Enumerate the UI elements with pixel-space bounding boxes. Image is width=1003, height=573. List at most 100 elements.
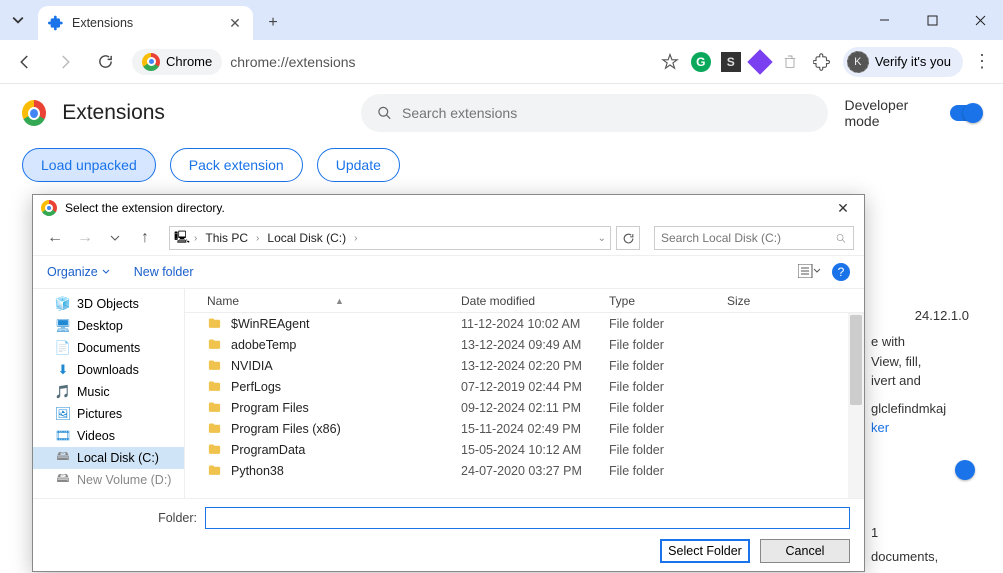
window-titlebar: Extensions ✕ + — [0, 0, 1003, 40]
dialog-title: Select the extension directory. — [65, 201, 225, 215]
dialog-search-box[interactable] — [654, 226, 854, 250]
reload-button[interactable] — [88, 45, 122, 79]
page-title: Extensions — [62, 101, 165, 125]
cancel-button[interactable]: Cancel — [760, 539, 850, 563]
chrome-logo-icon — [22, 100, 46, 126]
load-unpacked-button[interactable]: Load unpacked — [22, 148, 156, 182]
file-row[interactable]: ProgramData15-05-2024 10:12 AMFile folde… — [185, 439, 864, 460]
pack-extension-button[interactable]: Pack extension — [170, 148, 303, 182]
toggle-on-icon[interactable] — [950, 105, 981, 121]
file-row[interactable]: NVIDIA13-12-2024 02:20 PMFile folder — [185, 355, 864, 376]
developer-mode-toggle[interactable]: Developer mode — [844, 97, 981, 129]
close-window-button[interactable] — [957, 0, 1003, 40]
chrome-menu-icon[interactable]: ⋮ — [973, 51, 991, 72]
col-name[interactable]: Name▲ — [207, 294, 461, 308]
dialog-titlebar: Select the extension directory. ✕ — [33, 195, 864, 221]
sidebar-item[interactable]: 🎵Music — [33, 381, 184, 403]
file-row[interactable]: adobeTemp13-12-2024 09:49 AMFile folder — [185, 334, 864, 355]
update-button[interactable]: Update — [317, 148, 400, 182]
sidebar-item[interactable]: 🖼Pictures — [33, 403, 184, 425]
browser-tab-active[interactable]: Extensions ✕ — [38, 6, 253, 40]
maximize-button[interactable] — [909, 0, 955, 40]
folder-icon — [207, 337, 223, 353]
extensions-header: Extensions Developer mode — [0, 84, 1003, 142]
dialog-sidebar: 🧊3D Objects🖥Desktop📄Documents⬇Downloads🎵… — [33, 289, 185, 498]
sidebar-item[interactable]: 🎞Videos — [33, 425, 184, 447]
file-row[interactable]: Python3824-07-2020 03:27 PMFile folder — [185, 460, 864, 481]
organize-menu[interactable]: Organize — [47, 265, 110, 279]
view-options-icon[interactable] — [798, 264, 820, 281]
drive-icon: 🖴 — [55, 450, 71, 466]
verify-label: Verify it's you — [875, 54, 951, 69]
action-buttons: Load unpacked Pack extension Update — [0, 142, 1003, 196]
tab-close-icon[interactable]: ✕ — [227, 15, 243, 31]
dialog-back-button[interactable]: ← — [43, 226, 67, 250]
breadcrumb[interactable]: 🖳 › This PC › Local Disk (C:) › ⌄ — [169, 226, 611, 250]
breadcrumb-item[interactable]: This PC — [201, 231, 252, 245]
chrome-chip: Chrome — [132, 49, 222, 75]
tab-search-dropdown[interactable] — [0, 0, 36, 40]
help-icon[interactable]: ? — [832, 263, 850, 281]
breadcrumb-item[interactable]: Local Disk (C:) — [263, 231, 350, 245]
search-extensions-box[interactable] — [361, 94, 829, 132]
dialog-forward-button[interactable]: → — [73, 226, 97, 250]
file-row[interactable]: Program Files (x86)15-11-2024 02:49 PMFi… — [185, 418, 864, 439]
dialog-up-button[interactable]: ↑ — [133, 226, 157, 250]
drive-icon: 🖴 — [55, 472, 71, 488]
refresh-button[interactable] — [616, 226, 640, 250]
bookmark-star-icon[interactable] — [659, 51, 681, 73]
forward-button[interactable] — [48, 45, 82, 79]
omnibox[interactable]: Chrome chrome://extensions — [132, 49, 356, 75]
inspect-link[interactable]: ker — [871, 420, 889, 435]
chrome-logo-icon — [142, 53, 160, 71]
chrome-chip-label: Chrome — [166, 54, 212, 69]
picture-icon: 🖼 — [55, 406, 71, 422]
dialog-file-list: Name▲ Date modified Type Size $WinREAgen… — [185, 289, 864, 498]
folder-input[interactable] — [205, 507, 850, 529]
extension-trash-icon[interactable] — [779, 51, 801, 73]
search-extensions-input[interactable] — [402, 105, 812, 121]
new-folder-button[interactable]: New folder — [134, 265, 194, 279]
folder-icon — [207, 400, 223, 416]
music-icon: 🎵 — [55, 384, 71, 400]
col-type[interactable]: Type — [609, 294, 727, 308]
file-row[interactable]: Program Files09-12-2024 02:11 PMFile fol… — [185, 397, 864, 418]
folder-icon — [207, 358, 223, 374]
extension-diamond-icon[interactable] — [747, 49, 772, 74]
sidebar-item[interactable]: 🖴New Volume (D:) — [33, 469, 184, 491]
dialog-recent-dropdown[interactable] — [103, 226, 127, 250]
extension-s-icon[interactable]: S — [721, 52, 741, 72]
extension-card-fragment: e with View, fill, ivert and glclefindmk… — [871, 332, 981, 438]
tab-title: Extensions — [72, 16, 219, 30]
minimize-button[interactable] — [861, 0, 907, 40]
dialog-close-icon[interactable]: ✕ — [830, 195, 856, 221]
search-icon — [835, 232, 847, 245]
sidebar-item[interactable]: 🖴Local Disk (C:) — [33, 447, 184, 469]
file-row[interactable]: PerfLogs07-12-2019 02:44 PMFile folder — [185, 376, 864, 397]
video-icon: 🎞 — [55, 428, 71, 444]
sidebar-item[interactable]: 🧊3D Objects — [33, 293, 184, 315]
verify-identity-chip[interactable]: K Verify it's you — [843, 47, 963, 77]
sidebar-item[interactable]: 🖥Desktop — [33, 315, 184, 337]
col-date[interactable]: Date modified — [461, 294, 609, 308]
extension-grammarly-icon[interactable]: G — [691, 52, 711, 72]
back-button[interactable] — [8, 45, 42, 79]
col-size[interactable]: Size — [727, 294, 797, 308]
sidebar-item[interactable]: 📄Documents — [33, 337, 184, 359]
select-folder-button[interactable]: Select Folder — [660, 539, 750, 563]
url-text: chrome://extensions — [230, 54, 355, 70]
chevron-down-icon[interactable]: ⌄ — [598, 233, 606, 244]
extensions-puzzle-icon[interactable] — [811, 51, 833, 73]
sidebar-item[interactable]: ⬇Downloads — [33, 359, 184, 381]
dialog-footer: Folder: Select Folder Cancel — [33, 498, 864, 571]
scrollbar[interactable] — [848, 313, 864, 498]
new-tab-button[interactable]: + — [259, 9, 287, 37]
column-headers[interactable]: Name▲ Date modified Type Size — [185, 289, 864, 313]
file-row[interactable]: $WinREAgent11-12-2024 10:02 AMFile folde… — [185, 313, 864, 334]
dialog-search-input[interactable] — [661, 231, 835, 245]
folder-icon — [207, 442, 223, 458]
dialog-toolbar: Organize New folder ? — [33, 255, 864, 289]
folder-icon — [207, 463, 223, 479]
browser-toolbar: Chrome chrome://extensions G S K Verify … — [0, 40, 1003, 84]
extension-card-2-fragment: 1 documents, — [871, 524, 981, 566]
